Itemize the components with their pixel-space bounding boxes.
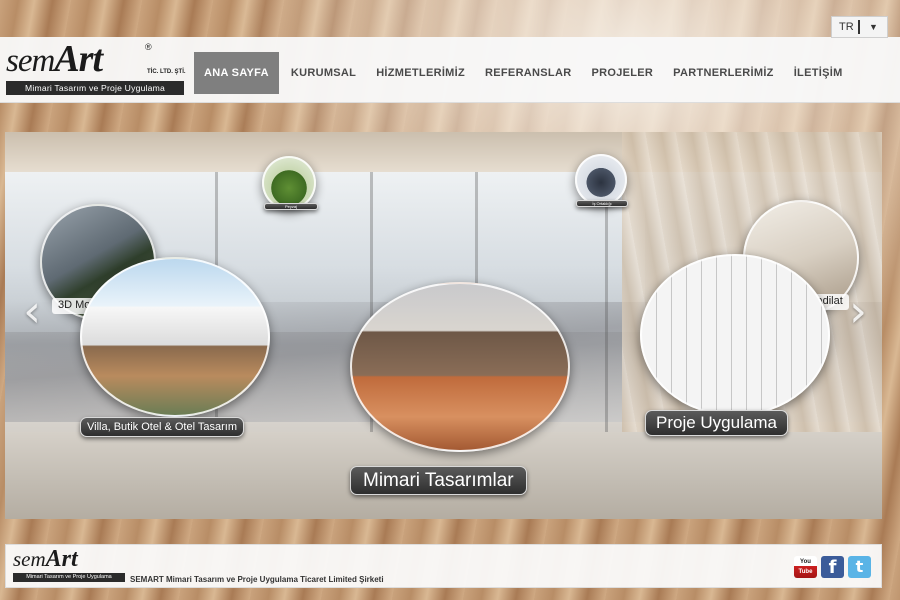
twitter-icon[interactable]: t (848, 556, 871, 578)
carousel-item-project-image[interactable] (640, 254, 830, 416)
site-footer: semArt Mimari Tasarım ve Proje Uygulama … (5, 544, 882, 588)
registered-mark: ® (145, 42, 152, 52)
site-header: semArt ® TİC. LTD. ŞTİ. Mimari Tasarım v… (0, 37, 900, 103)
main-nav: ANA SAYFA KURUMSAL HİZMETLERİMİZ REFERAN… (194, 52, 853, 94)
carousel-item-architecture-image[interactable] (350, 282, 570, 452)
carousel-item-landscape-image[interactable] (262, 156, 316, 210)
carousel-item-business-label[interactable]: İş Ortaklığı (576, 200, 628, 207)
carousel-next-arrow[interactable]: › (847, 287, 869, 337)
service-carousel: ‹ › Peyzaj İş Ortaklığı 3D Modelleme Tad… (5, 132, 882, 519)
social-links: You Tube f t (794, 556, 871, 578)
nav-item-services[interactable]: HİZMETLERİMİZ (366, 52, 475, 94)
carousel-prev-arrow[interactable]: ‹ (21, 287, 43, 337)
logo-tagline: Mimari Tasarım ve Proje Uygulama (6, 81, 184, 95)
nav-item-home[interactable]: ANA SAYFA (194, 52, 279, 94)
carousel-item-business-image[interactable] (575, 154, 627, 206)
footer-logo-wordmark: semArt (13, 546, 78, 572)
footer-logo-tagline: Mimari Tasarım ve Proje Uygulama (13, 573, 125, 582)
chevron-down-icon[interactable]: ▼ (860, 22, 887, 32)
youtube-icon[interactable]: You Tube (794, 556, 817, 578)
carousel-item-landscape-label[interactable]: Peyzaj (264, 203, 318, 210)
site-logo[interactable]: semArt ® TİC. LTD. ŞTİ. Mimari Tasarım v… (6, 40, 188, 99)
logo-company-type: TİC. LTD. ŞTİ. (147, 69, 186, 75)
carousel-item-project-label[interactable]: Proje Uygulama (645, 410, 788, 436)
carousel-item-villa-label[interactable]: Villa, Butik Otel & Otel Tasarım (80, 417, 244, 437)
language-selector[interactable]: TR ▼ (831, 16, 888, 38)
facebook-icon[interactable]: f (821, 556, 844, 578)
background-mullion (605, 172, 608, 472)
carousel-item-villa-image[interactable] (80, 257, 270, 417)
footer-company-name: SEMART Mimari Tasarım ve Proje Uygulama … (130, 575, 384, 584)
language-code: TR (832, 20, 860, 34)
nav-item-contact[interactable]: İLETİŞİM (784, 52, 853, 94)
nav-item-references[interactable]: REFERANSLAR (475, 52, 581, 94)
footer-logo[interactable]: semArt Mimari Tasarım ve Proje Uygulama (13, 546, 128, 586)
carousel-item-architecture-label[interactable]: Mimari Tasarımlar (350, 466, 527, 495)
nav-item-corporate[interactable]: KURUMSAL (281, 52, 366, 94)
nav-item-projects[interactable]: PROJELER (581, 52, 663, 94)
nav-item-partners[interactable]: PARTNERLERİMİZ (663, 52, 784, 94)
